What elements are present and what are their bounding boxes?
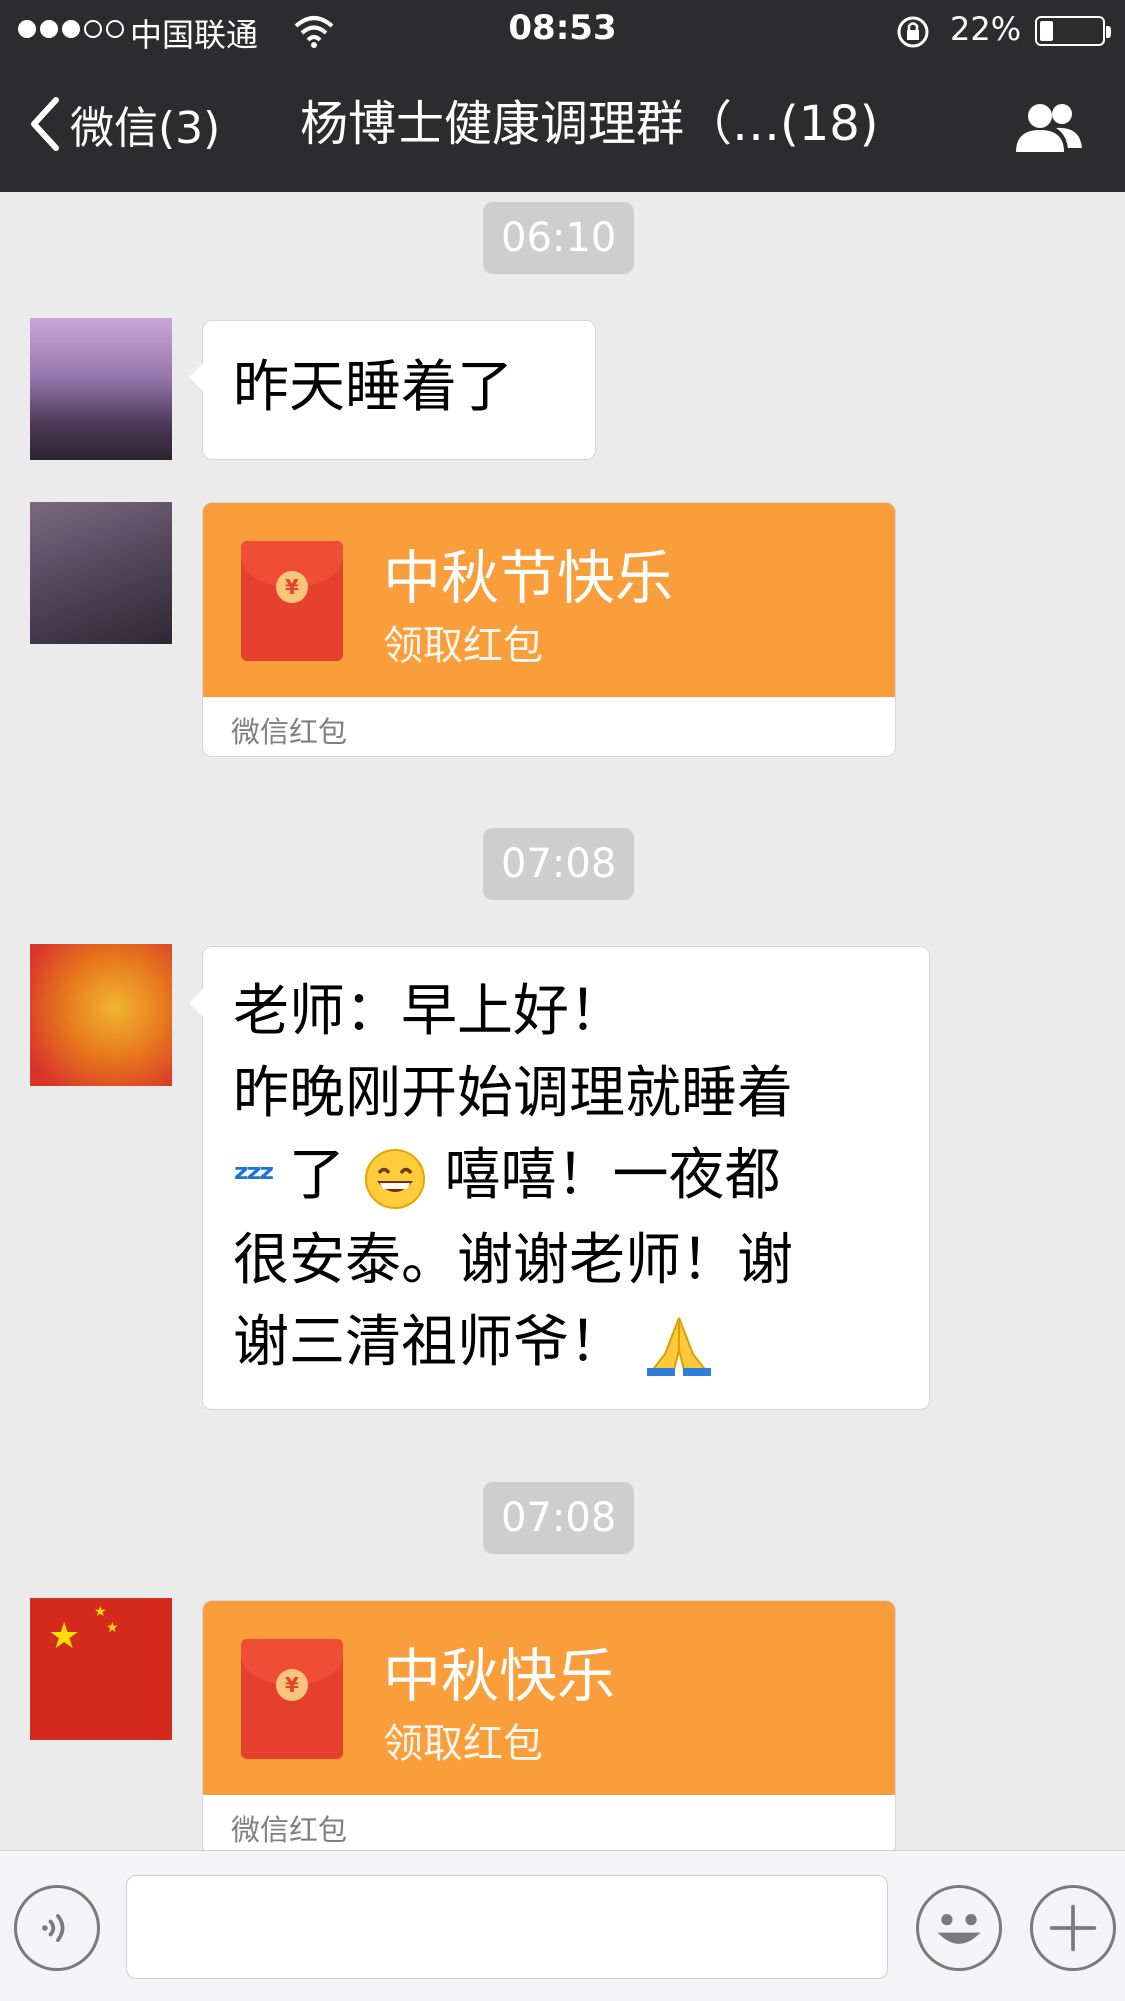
chat-area[interactable]: 06:10 昨天睡着了 ¥ 中秋节快乐 领取红包 微信红包 07:08 老师：早… — [0, 192, 1125, 1850]
smiley-icon[interactable] — [916, 1885, 1002, 1971]
red-packet-subtitle: 领取红包 — [383, 1721, 543, 1767]
avatar[interactable]: ★ ★ ★ — [30, 1598, 172, 1740]
message-fragment: 嘻嘻！一夜都 — [444, 1143, 781, 1208]
red-packet-title: 中秋节快乐 — [383, 544, 674, 612]
message-line: 很安泰。谢谢老师！谢 — [233, 1227, 793, 1293]
back-label: 微信(3) — [70, 103, 221, 154]
navigation-bar: 微信(3) 杨博士健康调理群（…(18) — [0, 64, 1125, 192]
avatar[interactable] — [30, 318, 172, 460]
red-packet-card[interactable]: ¥ 中秋快乐 领取红包 微信红包 — [202, 1600, 896, 1850]
avatar[interactable] — [30, 944, 172, 1086]
status-bar: 中国联通 08:53 22% — [0, 0, 1125, 64]
zzz-icon: ᶻᶻᶻ — [233, 1155, 275, 1202]
red-envelope-icon: ¥ — [241, 541, 343, 661]
chevron-left-icon — [31, 97, 59, 151]
message-line: 昨晚刚开始调理就睡着 — [233, 1061, 793, 1126]
star-icon: ★ — [48, 1616, 81, 1657]
timestamp: 07:08 — [483, 1482, 635, 1554]
input-bar — [0, 1850, 1125, 2001]
message-text: 昨天睡着了 — [233, 355, 513, 420]
rotation-lock-icon — [897, 16, 929, 48]
battery-percentage: 22% — [950, 10, 1022, 48]
message-fragment: 了 — [288, 1143, 345, 1208]
voice-icon[interactable] — [14, 1885, 100, 1971]
timestamp: 06:10 — [483, 202, 635, 274]
top-bar: 中国联通 08:53 22% 微信(3) 杨博士健康调理群（…(18) — [0, 0, 1125, 192]
message-line: 老师：早上好！ — [233, 979, 625, 1044]
red-packet-subtitle: 领取红包 — [383, 623, 543, 669]
red-packet-card[interactable]: ¥ 中秋节快乐 领取红包 微信红包 — [202, 502, 896, 757]
battery-icon — [1035, 16, 1111, 46]
message-bubble[interactable]: 昨天睡着了 — [189, 320, 596, 460]
avatar[interactable] — [30, 502, 172, 644]
chat-title: 杨博士健康调理群（…(18) — [300, 96, 879, 152]
red-packet-header: ¥ 中秋节快乐 领取红包 — [203, 503, 895, 697]
red-envelope-icon: ¥ — [241, 1639, 343, 1759]
message-input[interactable] — [126, 1875, 888, 1979]
battery-level — [1040, 21, 1053, 41]
back-button[interactable]: 微信(3) — [26, 94, 220, 154]
red-packet-title: 中秋快乐 — [383, 1642, 616, 1710]
group-members-icon[interactable] — [1010, 100, 1086, 156]
grin-emoji-icon — [364, 1148, 425, 1209]
plus-icon[interactable] — [1030, 1885, 1116, 1971]
message-bubble[interactable]: 老师：早上好！ 昨晚刚开始调理就睡着 ᶻᶻᶻ 了 嘻嘻！一夜都 很安泰。谢谢老师… — [189, 946, 930, 1410]
red-packet-footer: 微信红包 — [231, 1813, 348, 1847]
message-line: 谢三清祖师爷！ — [233, 1302, 899, 1384]
timestamp: 07:08 — [483, 828, 635, 900]
message-line: ᶻᶻᶻ 了 嘻嘻！一夜都 — [233, 1135, 899, 1220]
red-packet-footer: 微信红包 — [231, 715, 348, 749]
message-text: 老师：早上好！ 昨晚刚开始调理就睡着 ᶻᶻᶻ 了 嘻嘻！一夜都 很安泰。谢谢老师… — [233, 971, 899, 1384]
message-fragment: 谢三清祖师爷！ — [233, 1309, 625, 1375]
star-icon: ★ — [94, 1604, 107, 1620]
red-packet-header: ¥ 中秋快乐 领取红包 — [203, 1601, 895, 1795]
star-icon: ★ — [106, 1620, 119, 1636]
pray-emoji-icon — [646, 1317, 711, 1376]
